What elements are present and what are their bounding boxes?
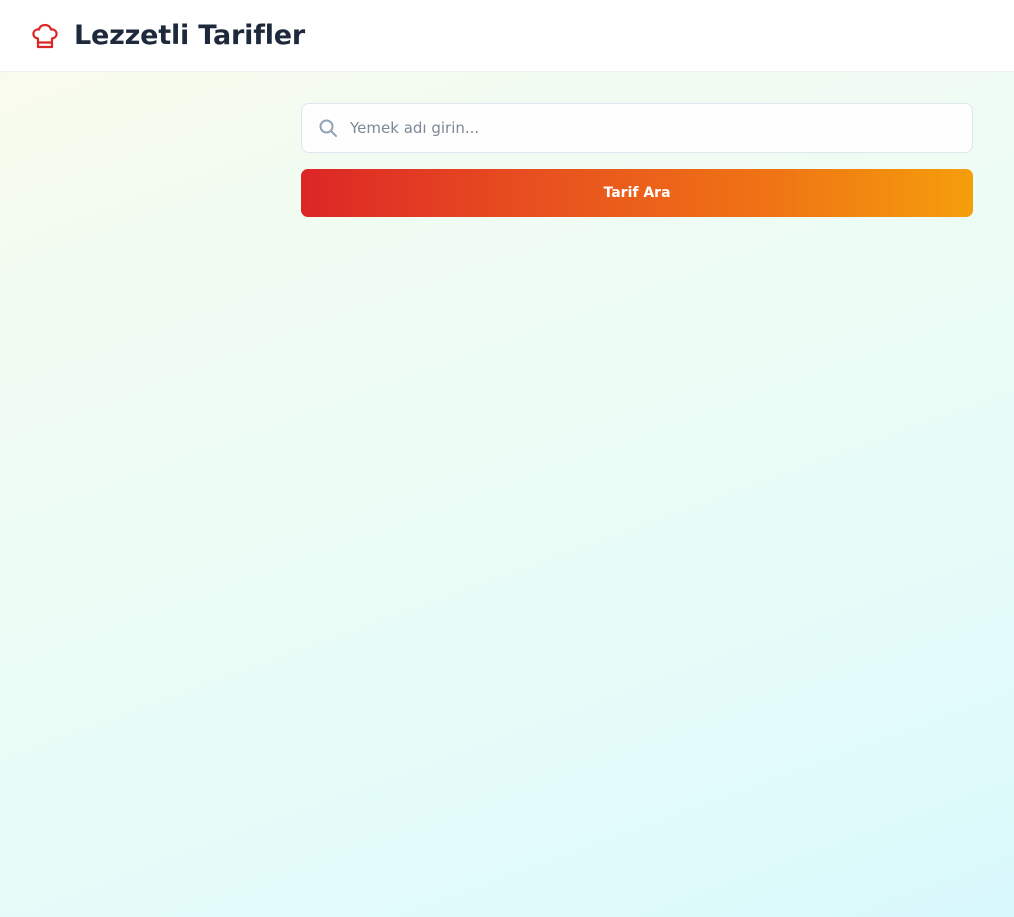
chef-hat-icon (30, 21, 60, 51)
app-title: Lezzetli Tarifler (74, 20, 306, 51)
search-icon (318, 118, 338, 138)
search-input[interactable] (350, 104, 972, 152)
app-header: Lezzetli Tarifler (0, 0, 1014, 72)
search-box[interactable] (301, 103, 973, 153)
search-recipe-button[interactable]: Tarif Ara (301, 169, 973, 217)
